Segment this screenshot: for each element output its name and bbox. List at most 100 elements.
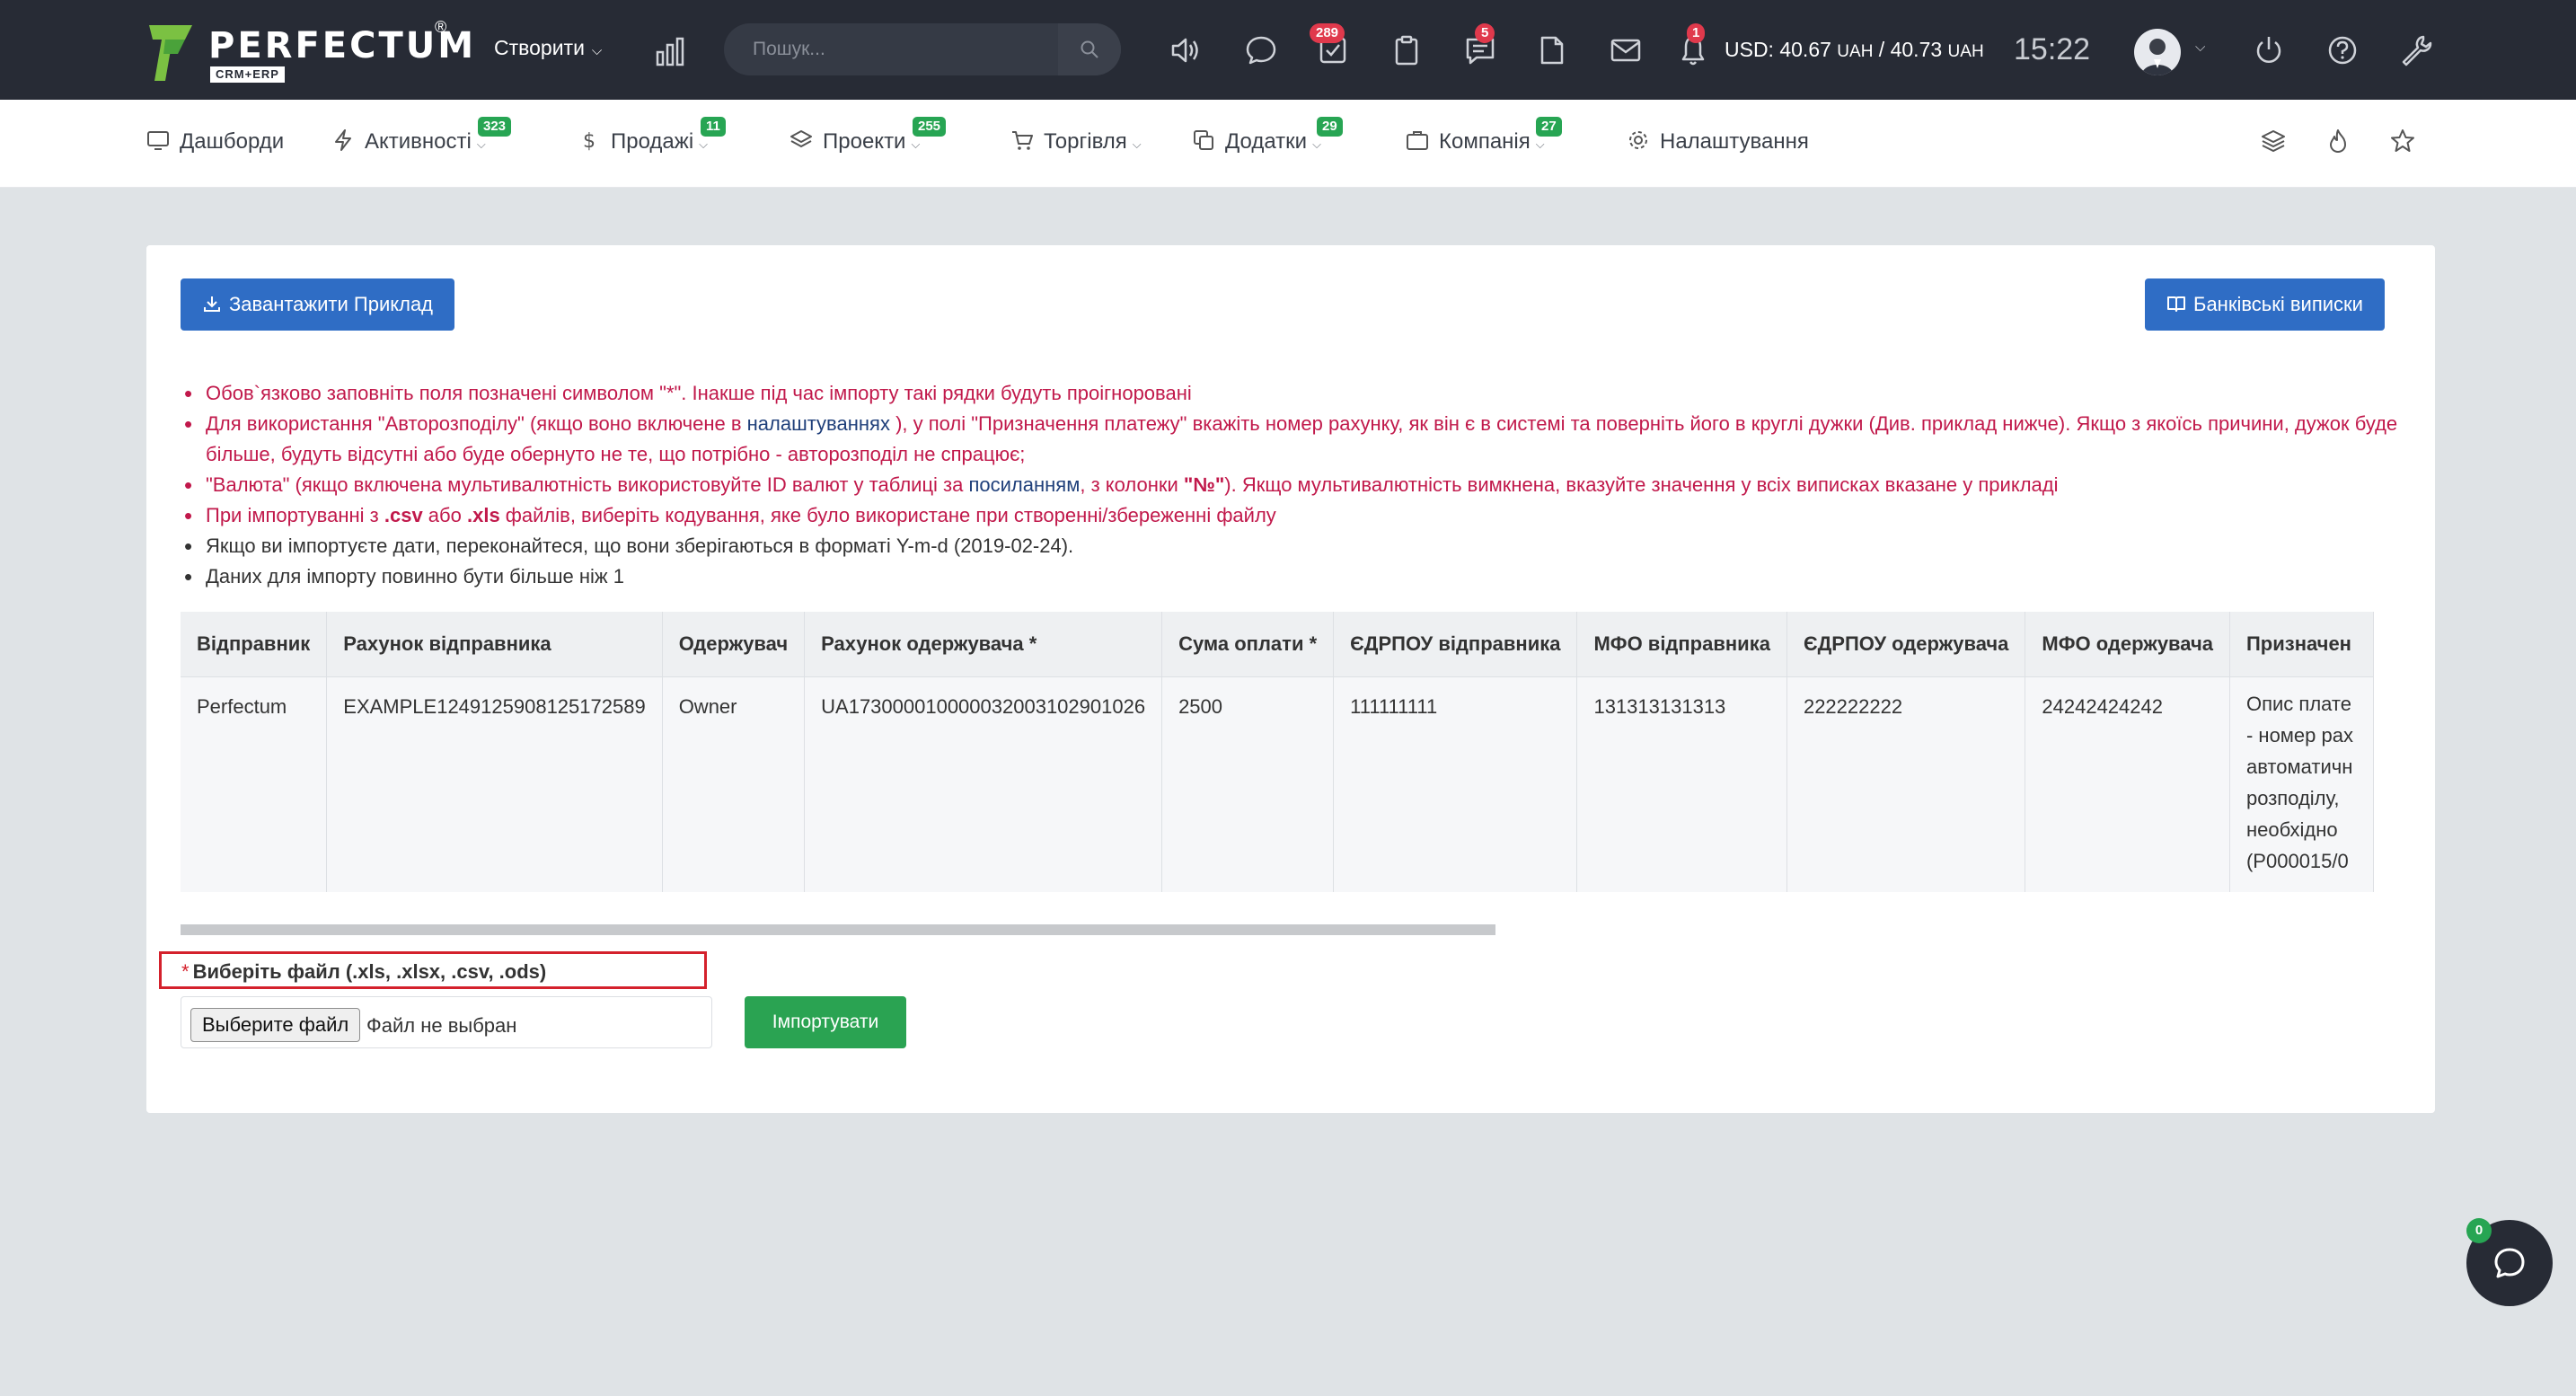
logo[interactable]: PERFECTUM ® CRM+ERP — [146, 18, 473, 88]
download-example-button[interactable]: Завантажити Приклад — [181, 278, 455, 331]
import-button[interactable]: Імпортувати — [745, 996, 906, 1048]
search-box[interactable]: Пошук... — [724, 23, 1121, 75]
nav-label: Продажі — [611, 129, 694, 154]
briefcase-icon — [1407, 131, 1428, 150]
note-bold: .csv — [384, 504, 423, 526]
logo-mark-icon — [149, 25, 192, 81]
book-icon — [2167, 296, 2185, 312]
chevron-down-icon: ⌵ — [699, 137, 709, 151]
top-bar: PERFECTUM ® CRM+ERP Створити ⌵ Пошук... 2… — [0, 0, 2576, 100]
note-autodistribution: Для використання "Авторозподілу" (якщо в… — [184, 409, 2403, 470]
bar-chart-icon[interactable] — [652, 34, 688, 70]
nav-activities[interactable]: Активності ⌵ — [331, 128, 486, 155]
currency-usd: USD: 40.67 — [1725, 38, 1831, 61]
logo-sub: CRM+ERP — [210, 66, 285, 83]
create-menu-button[interactable]: Створити ⌵ — [494, 36, 602, 60]
nav-sales[interactable]: $ Продажі ⌵ — [577, 128, 708, 155]
chevron-down-icon: ⌵ — [1535, 137, 1545, 151]
notifications-badge: 1 — [1687, 23, 1706, 43]
import-instructions: Обов`язково заповніть поля позначені сим… — [184, 378, 2403, 592]
chevron-down-icon[interactable]: ⌵ — [2195, 40, 2205, 55]
nav-settings[interactable]: Налаштування — [1626, 128, 1809, 155]
search-button[interactable] — [1058, 23, 1121, 75]
note-required-fields: Обов`язково заповніть поля позначені сим… — [184, 378, 2403, 409]
download-example-label: Завантажити Приклад — [229, 293, 434, 315]
table-horizontal-scrollbar[interactable] — [181, 924, 1495, 935]
fire-icon[interactable] — [2325, 128, 2351, 155]
speaker-icon[interactable] — [1168, 32, 1204, 68]
note-text: Даних для імпорту повинно бути більше ні… — [206, 565, 624, 588]
svg-text:$: $ — [583, 130, 595, 153]
nav-label: Торгівля — [1044, 129, 1127, 154]
mail-icon[interactable] — [1608, 32, 1644, 68]
layers-icon[interactable] — [2260, 128, 2287, 155]
clipboard-icon[interactable] — [1389, 32, 1425, 68]
column-header: Рахунок відправника — [326, 612, 663, 676]
required-marker: * — [181, 960, 190, 983]
column-header: ЄДРПОУ одержувача — [1786, 612, 2026, 676]
nav-label: Додатки — [1225, 129, 1308, 154]
note-encoding: При імпортуванні з .csv або .xls файлів,… — [184, 500, 2403, 531]
chevron-down-icon: ⌵ — [591, 43, 603, 58]
nav-addons[interactable]: Додатки ⌵ — [1191, 128, 1321, 155]
note-text: Для використання "Авторозподілу" (якщо в… — [206, 412, 747, 435]
search-input[interactable]: Пошук... — [753, 39, 825, 60]
addons-badge: 29 — [1317, 117, 1343, 137]
file-input[interactable]: Выберите файл Файл не выбран — [181, 996, 712, 1048]
avatar[interactable] — [2134, 29, 2181, 75]
bank-statements-label: Банківські виписки — [2193, 293, 2363, 315]
note-text: "Валюта" (якщо включена мультивалютність… — [206, 473, 969, 496]
registered-mark: ® — [435, 18, 447, 36]
column-header: МФО відправника — [1576, 612, 1787, 676]
chat-bubble-icon[interactable] — [1243, 32, 1279, 68]
currency-uah-2: UAH — [1947, 42, 1984, 61]
table-cell: Owner — [662, 676, 806, 892]
lightning-icon — [335, 129, 351, 151]
dollar-icon: $ — [583, 130, 595, 153]
nav-label: Компанія — [1439, 129, 1531, 154]
column-header: Призначен — [2229, 612, 2374, 676]
column-header: Одержувач — [662, 612, 806, 676]
nav-label: Налаштування — [1660, 129, 1809, 154]
main-nav: Дашборди Активності ⌵ 323 $ Продажі ⌵ 11 Пр… — [0, 100, 2576, 188]
example-table-wrapper[interactable]: Відправник Рахунок відправника Одержувач… — [181, 612, 2401, 892]
document-icon[interactable] — [1534, 32, 1570, 68]
note-text: ). Якщо мультивалютність вимкнена, вказу… — [1224, 473, 2059, 496]
note-text: При імпортуванні з — [206, 504, 384, 526]
gear-icon — [1629, 131, 1647, 149]
note-text: , з колонки — [1080, 473, 1184, 496]
help-icon[interactable] — [2325, 32, 2360, 68]
chevron-down-icon: ⌵ — [1312, 137, 1321, 151]
choose-file-button[interactable]: Выберите файл — [190, 1008, 361, 1042]
table-row: Perfectum EXAMPLE1249125908125172589 Own… — [181, 676, 2374, 892]
settings-link[interactable]: налаштуваннях — [747, 412, 890, 435]
power-icon[interactable] — [2251, 32, 2287, 68]
file-label-highlight: * Виберіть файл (.xls, .xlsx, .csv, .ods) — [159, 951, 707, 989]
note-bold: .xls — [466, 504, 500, 526]
chat-widget-button[interactable]: 0 — [2466, 1218, 2553, 1306]
create-label: Створити — [494, 36, 585, 59]
note-date-format: Якщо ви імпортуєте дати, переконайтеся, … — [184, 531, 2403, 561]
currency-link[interactable]: посиланням — [968, 473, 1080, 496]
note-text: Якщо ви імпортуєте дати, переконайтеся, … — [206, 535, 1074, 557]
table-cell: EXAMPLE1249125908125172589 — [326, 676, 663, 892]
layers-icon — [790, 130, 812, 148]
nav-projects[interactable]: Проекти ⌵ — [789, 128, 920, 155]
clock: 15:22 — [2014, 32, 2091, 66]
table-cell: 222222222 — [1786, 676, 2026, 892]
nav-dashboards[interactable]: Дашборди — [146, 128, 284, 155]
chevron-down-icon: ⌵ — [911, 137, 921, 151]
copy-icon — [1194, 130, 1213, 150]
table-header-row: Відправник Рахунок відправника Одержувач… — [181, 612, 2374, 676]
column-header: ЄДРПОУ відправника — [1333, 612, 1578, 676]
file-label-text: Виберіть файл (.xls, .xlsx, .csv, .ods) — [192, 960, 547, 983]
bank-statements-button[interactable]: Банківські виписки — [2145, 278, 2385, 331]
column-header: Сума оплати * — [1161, 612, 1335, 676]
nav-trade[interactable]: Торгівля ⌵ — [1010, 128, 1142, 155]
nav-company[interactable]: Компанія ⌵ — [1405, 128, 1545, 155]
tasks-badge: 289 — [1310, 23, 1345, 43]
column-header: МФО одержувача — [2025, 612, 2230, 676]
wrench-icon[interactable] — [2398, 32, 2434, 68]
star-icon[interactable] — [2389, 128, 2416, 155]
chat-badge: 0 — [2466, 1218, 2492, 1243]
